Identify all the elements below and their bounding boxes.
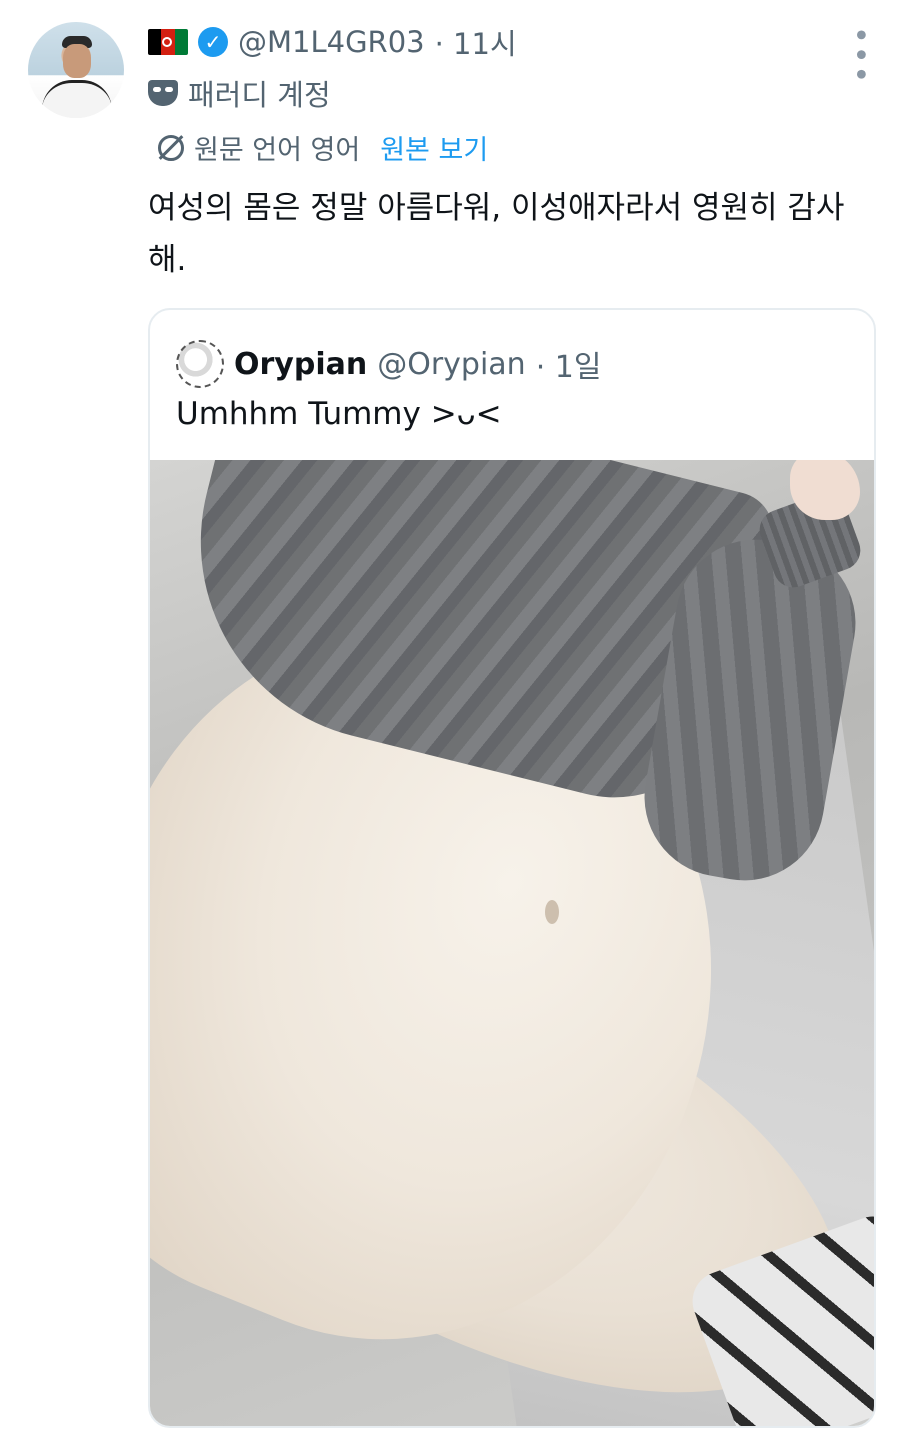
quoted-author-name[interactable]: Orypian [234, 347, 367, 382]
quoted-time[interactable]: · 1일 [536, 342, 602, 386]
translation-bar: 원문 언어 영어 원본 보기 [158, 128, 488, 167]
quoted-tweet[interactable]: Orypian @Orypian · 1일 Umhhm Tummy >ᴗ< [148, 308, 876, 1428]
tweet-header: ✓ @M1L4GR03 · 11시 [148, 21, 517, 63]
tweet-time[interactable]: · 11시 [435, 21, 517, 63]
parody-mask-icon [148, 80, 178, 106]
flag-icon [148, 29, 188, 55]
tweet-text: 여성의 몸은 정말 아름다워, 이성애자라서 영원히 감사해. [148, 190, 845, 278]
parody-label-text: 패러디 계정 [188, 78, 331, 112]
quoted-header: Orypian @Orypian · 1일 [176, 340, 601, 388]
quoted-author-handle[interactable]: @Orypian [377, 347, 525, 382]
avatar-shirt [42, 80, 112, 118]
quoted-media-image[interactable] [150, 460, 874, 1426]
translation-note: 원문 언어 영어 [194, 135, 361, 166]
avatar-face [63, 44, 91, 78]
translate-icon [158, 134, 184, 161]
parody-label[interactable]: 패러디 계정 [148, 72, 331, 114]
tweet-card[interactable]: ✓ @M1L4GR03 · 11시 ••• 패러디 계정 원문 언어 영어 원본… [0, 0, 900, 1437]
author-avatar[interactable] [28, 22, 124, 118]
more-options-icon[interactable]: ••• [842, 26, 877, 85]
quoted-avatar[interactable] [176, 340, 224, 388]
image-navel [545, 900, 559, 924]
quoted-text: Umhhm Tummy >ᴗ< [176, 396, 502, 432]
author-handle[interactable]: @M1L4GR03 [238, 25, 425, 59]
verified-badge-icon[interactable]: ✓ [198, 27, 228, 57]
show-original-link[interactable]: 원본 보기 [380, 128, 488, 167]
